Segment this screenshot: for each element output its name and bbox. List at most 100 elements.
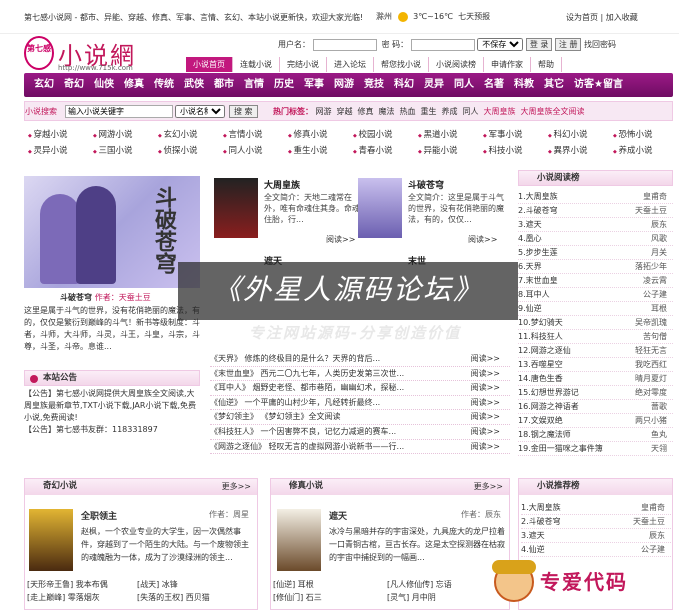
read-more-link[interactable]: 阅读>> (471, 410, 500, 425)
section-link[interactable]: [凡人修仙传] 忘语 (387, 579, 452, 590)
list-item[interactable]: 《梦幻领主》 《梦幻领主》全文阅读 阅读>> (210, 410, 510, 425)
more-link[interactable]: 更多>> (474, 479, 503, 494)
category-link[interactable]: 青春小说 (353, 144, 392, 156)
section-link[interactable]: [失落的王权] 西贝猫 (137, 592, 210, 603)
more-link[interactable]: 更多>> (222, 479, 251, 494)
hot-tag[interactable]: 同人 (463, 107, 479, 116)
list-item[interactable]: 《耳中人》 烟野史老怪、都市巷陌，幽幽幻术，探秘... 阅读>> (210, 381, 510, 396)
category-link[interactable]: 军事小说 (483, 128, 522, 140)
category-link[interactable]: 养成小说 (613, 144, 652, 156)
subnav-rank[interactable]: 小说阅读榜 (429, 57, 484, 72)
hot-tag[interactable]: 热血 (400, 107, 416, 116)
category-link[interactable]: 科技小说 (483, 144, 522, 156)
list-item[interactable]: 《网游之逐仙》 轻叹无言的虚拟网游小说新书——行... 阅读>> (210, 440, 510, 455)
subnav-author[interactable]: 申请作家 (484, 57, 531, 72)
nav-wangyou[interactable]: 网游 (334, 73, 354, 97)
nav-kejiao[interactable]: 科教 (514, 73, 534, 97)
subnav-forum[interactable]: 进入论坛 (327, 57, 374, 72)
read-more-link[interactable]: 阅读>> (471, 381, 500, 396)
category-link[interactable]: 修真小说 (288, 128, 327, 140)
search-type-select[interactable]: 小说名称 (175, 105, 225, 118)
mid-book[interactable]: 斗破苍穹 全文简介：这里是属于斗气的世界，没有花俏艳丽的魔法，有的，仅仅... … (358, 178, 508, 252)
list-item[interactable]: 1.大周皇族 皇甫奇 (521, 501, 671, 515)
rank-item[interactable]: 3.遮天 辰东 (518, 218, 673, 232)
category-link[interactable]: 三国小说 (93, 144, 132, 156)
read-more-link[interactable]: 阅读>> (326, 234, 355, 245)
read-more-link[interactable]: 阅读>> (471, 396, 500, 411)
list-item[interactable]: 2.斗破苍穹 天蚕土豆 (521, 515, 671, 529)
register-button[interactable]: 注 册 (554, 38, 582, 51)
category-link[interactable]: 穿越小说 (28, 128, 67, 140)
search-input[interactable] (65, 105, 173, 118)
login-button[interactable]: 登 录 (525, 38, 553, 51)
category-link[interactable]: 同人小说 (223, 144, 262, 156)
site-logo[interactable]: 第七感 小说網 http://www.715k.com (24, 36, 174, 78)
category-link[interactable]: 侦探小说 (158, 144, 197, 156)
category-link[interactable]: 网游小说 (93, 128, 132, 140)
remember-select[interactable]: 不保存 (477, 38, 524, 51)
category-link[interactable]: 校园小说 (353, 128, 392, 140)
nav-xianxia[interactable]: 仙侠 (94, 73, 114, 97)
nav-xuanhuan[interactable]: 玄幻 (34, 73, 54, 97)
hot-tag[interactable]: 修真 (358, 107, 374, 116)
nav-mingzhu[interactable]: 名著 (484, 73, 504, 97)
category-link[interactable]: 灵异小说 (28, 144, 67, 156)
rank-item[interactable]: 9.仙逆 耳根 (518, 302, 673, 316)
nav-dushi[interactable]: 都市 (214, 73, 234, 97)
mid-book[interactable]: 大周皇族 全文简介：天地二魂常在外，唯有命魂住其身。命魂住胎，行... 阅读>> (214, 178, 364, 252)
nav-jingji[interactable]: 竞技 (364, 73, 384, 97)
add-fav-link[interactable]: 加入收藏 (606, 13, 638, 22)
rank-item[interactable]: 6.天界 落拓少年 (518, 260, 673, 274)
list-item[interactable]: 3.遮天 辰东 (521, 529, 671, 543)
read-more-link[interactable]: 阅读>> (471, 425, 500, 440)
rank-item[interactable]: 11.科技狂人 苦句僧 (518, 330, 673, 344)
section-link[interactable]: [天形帝王鲁] 我本布偶 (27, 579, 108, 590)
rank-item[interactable]: 7.末世血皇 凌云霄 (518, 274, 673, 288)
category-link[interactable]: 異界小说 (548, 144, 587, 156)
list-item[interactable]: 《科技狂人》 一个因害弊不良，记忆力减退的赛车... 阅读>> (210, 425, 510, 440)
hot-tag[interactable]: 大周皇族 (484, 107, 516, 116)
hot-tag[interactable]: 穿越 (337, 107, 353, 116)
rank-item[interactable]: 4.凰心 风歌 (518, 232, 673, 246)
subnav-help[interactable]: 帮助 (531, 57, 562, 72)
hot-tag[interactable]: 魔法 (379, 107, 395, 116)
rank-item[interactable]: 2.斗破苍穹 天蚕土豆 (518, 204, 673, 218)
category-link[interactable]: 科幻小说 (548, 128, 587, 140)
search-button[interactable]: 搜 索 (229, 105, 258, 118)
hot-tag[interactable]: 大周皇族全文阅读 (521, 107, 585, 116)
nav-qita[interactable]: 其它 (544, 73, 564, 97)
nav-yanqing[interactable]: 言情 (244, 73, 264, 97)
category-link[interactable]: 言情小说 (223, 128, 262, 140)
password-input[interactable] (410, 38, 475, 51)
list-item[interactable]: 4.仙逆 公子建 (521, 543, 671, 557)
list-item[interactable]: 《末世血皇》 西元二〇九七年，人类历史发第三次世... 阅读>> (210, 367, 510, 382)
list-item[interactable]: 《天界》 修炼的终极目的是什么？天界的背后... 阅读>> (210, 352, 510, 367)
read-more-link[interactable]: 阅读>> (471, 440, 500, 455)
nav-lishi[interactable]: 历史 (274, 73, 294, 97)
rank-item[interactable]: 16.网游之神语者 蔷歌 (518, 400, 673, 414)
nav-wuxia[interactable]: 武侠 (184, 73, 204, 97)
nav-guestbook[interactable]: 访客★留言 (574, 73, 623, 97)
subnav-home[interactable]: 小说首页 (186, 57, 233, 72)
category-link[interactable]: 玄幻小说 (158, 128, 197, 140)
rank-item[interactable]: 14.唐色生香 晴月夏灯 (518, 372, 673, 386)
username-input[interactable] (312, 38, 377, 51)
rank-item[interactable]: 18.钢之魔法师 鱼丸 (518, 428, 673, 442)
section-book[interactable]: 遮天 作者：辰东 冰冷与黑暗并存的宇宙深处，九具庞大的龙尸拉着一口青铜古棺，亘古… (277, 509, 505, 583)
nav-kehuan[interactable]: 科幻 (394, 73, 414, 97)
read-more-link[interactable]: 阅读>> (471, 367, 500, 382)
rank-item[interactable]: 5.步步生莲 月关 (518, 246, 673, 260)
nav-qihuan[interactable]: 奇幻 (64, 73, 84, 97)
nav-chuantong[interactable]: 传统 (154, 73, 174, 97)
section-link[interactable]: [仙逆] 耳根 (273, 579, 314, 590)
hot-tag[interactable]: 养成 (442, 107, 458, 116)
nav-xiuzhen[interactable]: 修真 (124, 73, 144, 97)
forecast-link[interactable]: 七天预报 (458, 12, 490, 21)
section-book[interactable]: 全职领主 作者：周星 赵枫，一个农业专业的大学生，因一次偶然事件，穿越到了一个陌… (29, 509, 253, 583)
set-home-link[interactable]: 设为首页 (566, 13, 598, 22)
rank-item[interactable]: 19.金田一猫咪之事件簿 天翎 (518, 442, 673, 456)
subnav-find[interactable]: 帮您找小说 (374, 57, 429, 72)
hot-tag[interactable]: 网游 (316, 107, 332, 116)
subnav-serial[interactable]: 连载小说 (233, 57, 280, 72)
rank-item[interactable]: 13.吞噬星空 我吃西红 (518, 358, 673, 372)
